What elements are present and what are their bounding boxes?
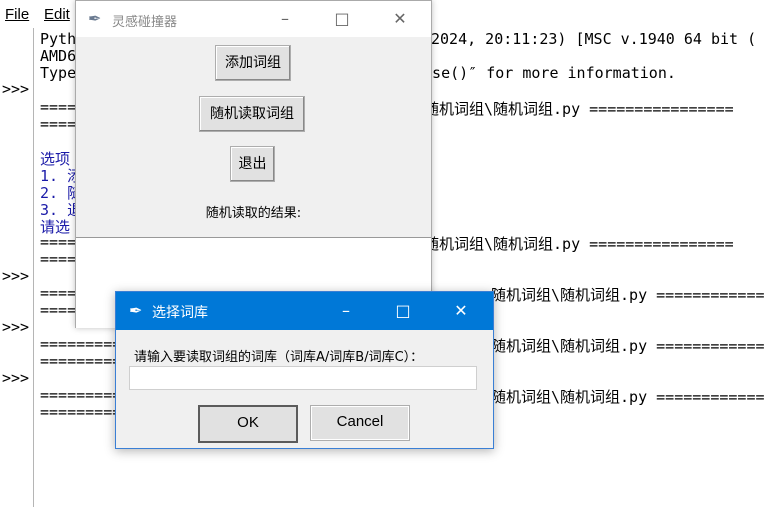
shell-line: ==== xyxy=(40,250,77,268)
shell-prompt: >>> xyxy=(2,318,30,336)
shell-prompt: >>> xyxy=(2,267,30,285)
shell-line: ==== xyxy=(40,301,77,319)
feather-icon: ✒ xyxy=(88,9,102,28)
shell-line: ==== xyxy=(40,233,77,251)
minimize-icon[interactable]: – xyxy=(335,300,357,322)
shell-line: ense()″ for more information. xyxy=(414,64,676,82)
shell-line: ========= xyxy=(40,386,122,404)
exit-button[interactable]: 退出 xyxy=(230,146,275,182)
shell-line: ==== xyxy=(40,115,77,133)
close-icon[interactable]: ✕ xyxy=(390,9,410,29)
app-title: 灵感碰撞器 xyxy=(112,15,178,30)
shell-line: AMD6 xyxy=(40,47,77,65)
dialog-prompt: 请输入要读取词组的词库（词库A/词库B/词库C）： xyxy=(134,350,424,365)
select-library-dialog: ✒ 选择词库 – □ ✕ 请输入要读取词组的词库（词库A/词库B/词库C）： O… xyxy=(115,291,494,449)
maximize-icon[interactable]: □ xyxy=(332,9,352,29)
shell-line: 随机词组\随机词组.py ================ xyxy=(491,388,765,406)
app-window: ✒ 灵感碰撞器 – □ ✕ 添加词组 随机读取词组 退出 随机读取的结果: xyxy=(75,0,432,328)
shell-line: Pyth xyxy=(40,30,77,48)
shell-line: 随机词组\随机词组.py ================ xyxy=(491,337,765,355)
maximize-icon[interactable]: □ xyxy=(392,300,414,322)
prompt-gutter: >>> >>> >>> >>> xyxy=(0,28,34,507)
shell-prompt: >>> xyxy=(2,80,30,98)
close-icon[interactable]: ✕ xyxy=(450,300,472,322)
dialog-titlebar[interactable]: ✒ 选择词库 – □ ✕ xyxy=(116,292,493,330)
shell-line: 随机词组\随机词组.py ================ xyxy=(491,286,765,304)
app-titlebar[interactable]: ✒ 灵感碰撞器 – □ ✕ xyxy=(76,1,431,37)
feather-icon: ✒ xyxy=(129,301,143,320)
shell-line: ========= xyxy=(40,403,122,421)
shell-prompt: >>> xyxy=(2,369,30,387)
shell-line: Type xyxy=(40,64,77,82)
cancel-button[interactable]: Cancel xyxy=(310,405,410,441)
shell-line: 随机词组\随机词组.py ================ xyxy=(424,235,734,253)
result-label: 随机读取的结果: xyxy=(205,206,302,221)
shell-line: 2024, 20:11:23) [MSC v.1940 64 bit ( xyxy=(431,30,757,48)
shell-line: ==== xyxy=(40,284,77,302)
shell-line: ========= xyxy=(40,352,122,370)
random-read-button[interactable]: 随机读取词组 xyxy=(199,96,305,132)
menu-file[interactable]: File xyxy=(5,6,29,23)
shell-line: ========= xyxy=(40,335,122,353)
menu-edit[interactable]: Edit xyxy=(44,6,70,23)
shell-line: ==== xyxy=(40,98,77,116)
library-input[interactable] xyxy=(129,366,477,390)
minimize-icon[interactable]: – xyxy=(275,9,295,29)
shell-line: 随机词组\随机词组.py ================ xyxy=(424,100,734,118)
ok-button[interactable]: OK xyxy=(198,405,298,443)
dialog-title: 选择词库 xyxy=(152,305,208,321)
add-phrase-button[interactable]: 添加词组 xyxy=(215,45,291,81)
